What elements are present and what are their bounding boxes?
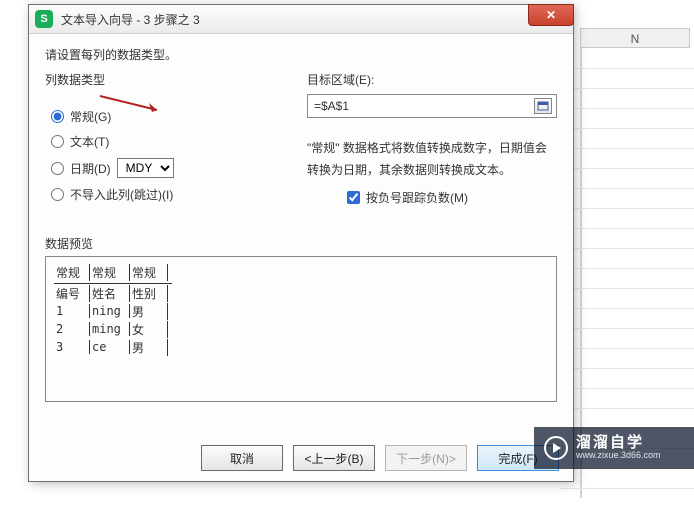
preview-cell: ning xyxy=(90,304,130,318)
instruction-text: 请设置每列的数据类型。 xyxy=(45,46,557,63)
close-icon: ✕ xyxy=(546,8,556,22)
dialog-body: 请设置每列的数据类型。 列数据类型 常规(G) 文本(T) xyxy=(29,34,573,402)
app-icon: S xyxy=(35,10,53,28)
preview-header-1: 编号 xyxy=(54,285,90,302)
preview-data-row: 1 ning 男 xyxy=(54,302,548,320)
date-format-select[interactable]: MDY xyxy=(117,158,174,178)
radio-text-input[interactable] xyxy=(51,135,64,148)
radio-skip-label: 不导入此列(跳过)(I) xyxy=(70,186,173,203)
radio-text-label: 文本(T) xyxy=(70,133,109,150)
track-negative-checkbox[interactable] xyxy=(347,191,360,204)
next-button: 下一步(N)> xyxy=(385,445,467,471)
preview-header-row: 编号 姓名 性别 xyxy=(54,284,548,302)
preview-header-2: 姓名 xyxy=(90,285,130,302)
preview-cell: 男 xyxy=(130,303,168,320)
preview-cell: 3 xyxy=(54,340,90,354)
preview-cell: 2 xyxy=(54,322,90,336)
radio-general-input[interactable] xyxy=(51,110,64,123)
preview-cell: 女 xyxy=(130,321,168,338)
target-area-label: 目标区域(E): xyxy=(307,71,557,88)
radio-text[interactable]: 文本(T) xyxy=(51,133,283,150)
radio-date-label: 日期(D) xyxy=(70,160,111,177)
target-area-group: 目标区域(E): =$A$1 "常规" 数据格式将数值转换成数字，日期值会转换为… xyxy=(307,71,557,221)
preview-coltype-3: 常规 xyxy=(130,264,168,281)
target-area-value: =$A$1 xyxy=(314,99,349,113)
watermark-brand: 溜溜自学 xyxy=(576,435,661,452)
play-icon xyxy=(544,436,568,460)
preview-data-row: 3 ce 男 xyxy=(54,338,548,356)
column-data-type-group: 列数据类型 常规(G) 文本(T) 日期(D) xyxy=(45,71,287,221)
preview-data-row: 2 ming 女 xyxy=(54,320,548,338)
radio-date-input[interactable] xyxy=(51,162,64,175)
general-description: "常规" 数据格式将数值转换成数字，日期值会转换为日期，其余数据则转换成文本。 xyxy=(307,138,557,181)
preview-coltype-1: 常规 xyxy=(54,264,90,281)
preview-coltype-2: 常规 xyxy=(90,264,130,281)
radio-date[interactable]: 日期(D) MDY xyxy=(51,158,283,178)
dialog-title: 文本导入向导 - 3 步骤之 3 xyxy=(61,11,200,28)
track-negative-checkbox-row[interactable]: 按负号跟踪负数(M) xyxy=(347,189,557,206)
cancel-button[interactable]: 取消 xyxy=(201,445,283,471)
radio-skip-input[interactable] xyxy=(51,188,64,201)
back-button[interactable]: <上一步(B) xyxy=(293,445,375,471)
preview-coltype-row: 常规 常规 常规 xyxy=(54,263,548,281)
preview-cell: ce xyxy=(90,340,130,354)
preview-cell: ming xyxy=(90,322,130,336)
range-picker-icon xyxy=(537,101,549,111)
radio-skip[interactable]: 不导入此列(跳过)(I) xyxy=(51,186,283,203)
preview-cell: 1 xyxy=(54,304,90,318)
data-preview-block: 数据预览 常规 常规 常规 编号 姓名 性别 1 ning 男 xyxy=(45,235,557,402)
column-data-type-label: 列数据类型 xyxy=(45,71,287,88)
close-button[interactable]: ✕ xyxy=(528,4,574,26)
data-preview-label: 数据预览 xyxy=(45,235,557,252)
range-picker-button[interactable] xyxy=(534,98,552,114)
target-area-input-box[interactable]: =$A$1 xyxy=(307,94,557,118)
preview-cell: 男 xyxy=(130,339,168,356)
arrow-annotation xyxy=(95,90,175,119)
track-negative-label: 按负号跟踪负数(M) xyxy=(366,189,468,206)
dialog-titlebar[interactable]: S 文本导入向导 - 3 步骤之 3 ✕ xyxy=(29,5,573,34)
dialog-button-row: 取消 <上一步(B) 下一步(N)> 完成(F) xyxy=(201,445,559,471)
watermark: 溜溜自学 www.zixue.3d66.com xyxy=(534,427,694,469)
preview-header-3: 性别 xyxy=(130,285,168,302)
text-import-wizard-dialog: S 文本导入向导 - 3 步骤之 3 ✕ 请设置每列的数据类型。 列数据类型 常… xyxy=(28,4,574,482)
data-preview-area[interactable]: 常规 常规 常规 编号 姓名 性别 1 ning 男 2 ming xyxy=(45,256,557,402)
watermark-url: www.zixue.3d66.com xyxy=(576,451,661,461)
